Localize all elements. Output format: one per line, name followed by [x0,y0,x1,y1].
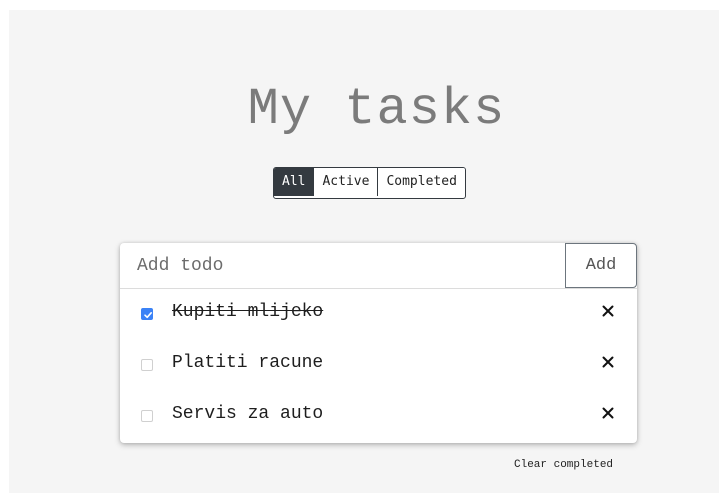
todo-checkbox[interactable] [141,359,153,371]
filter-all-button[interactable]: All [274,168,315,196]
app-background: My tasks All Active Completed Add Kupiti… [9,10,719,493]
todo-item: Servis za auto [120,392,637,443]
add-button[interactable]: Add [565,243,637,288]
close-icon[interactable] [601,304,615,318]
todo-item: Platiti racune [120,341,637,392]
todo-card: Add Kupiti mlijeko Platiti racune Servis… [120,243,637,443]
close-icon[interactable] [601,355,615,369]
add-todo-input[interactable] [120,243,564,288]
todo-checkbox[interactable] [141,308,153,320]
todo-text: Kupiti mlijeko [172,302,324,322]
checkmark-icon [144,312,152,319]
filter-button-group: All Active Completed [273,167,466,199]
filter-completed-button[interactable]: Completed [378,168,465,196]
clear-completed-button[interactable]: Clear completed [514,459,613,471]
todo-checkbox[interactable] [141,410,153,422]
add-todo-row: Add [120,243,637,289]
filter-active-button[interactable]: Active [314,168,379,196]
todo-text: Platiti racune [172,353,324,373]
page-title: My tasks [247,80,506,139]
todo-text: Servis za auto [172,404,324,424]
todo-item: Kupiti mlijeko [120,290,637,341]
close-icon[interactable] [601,406,615,420]
